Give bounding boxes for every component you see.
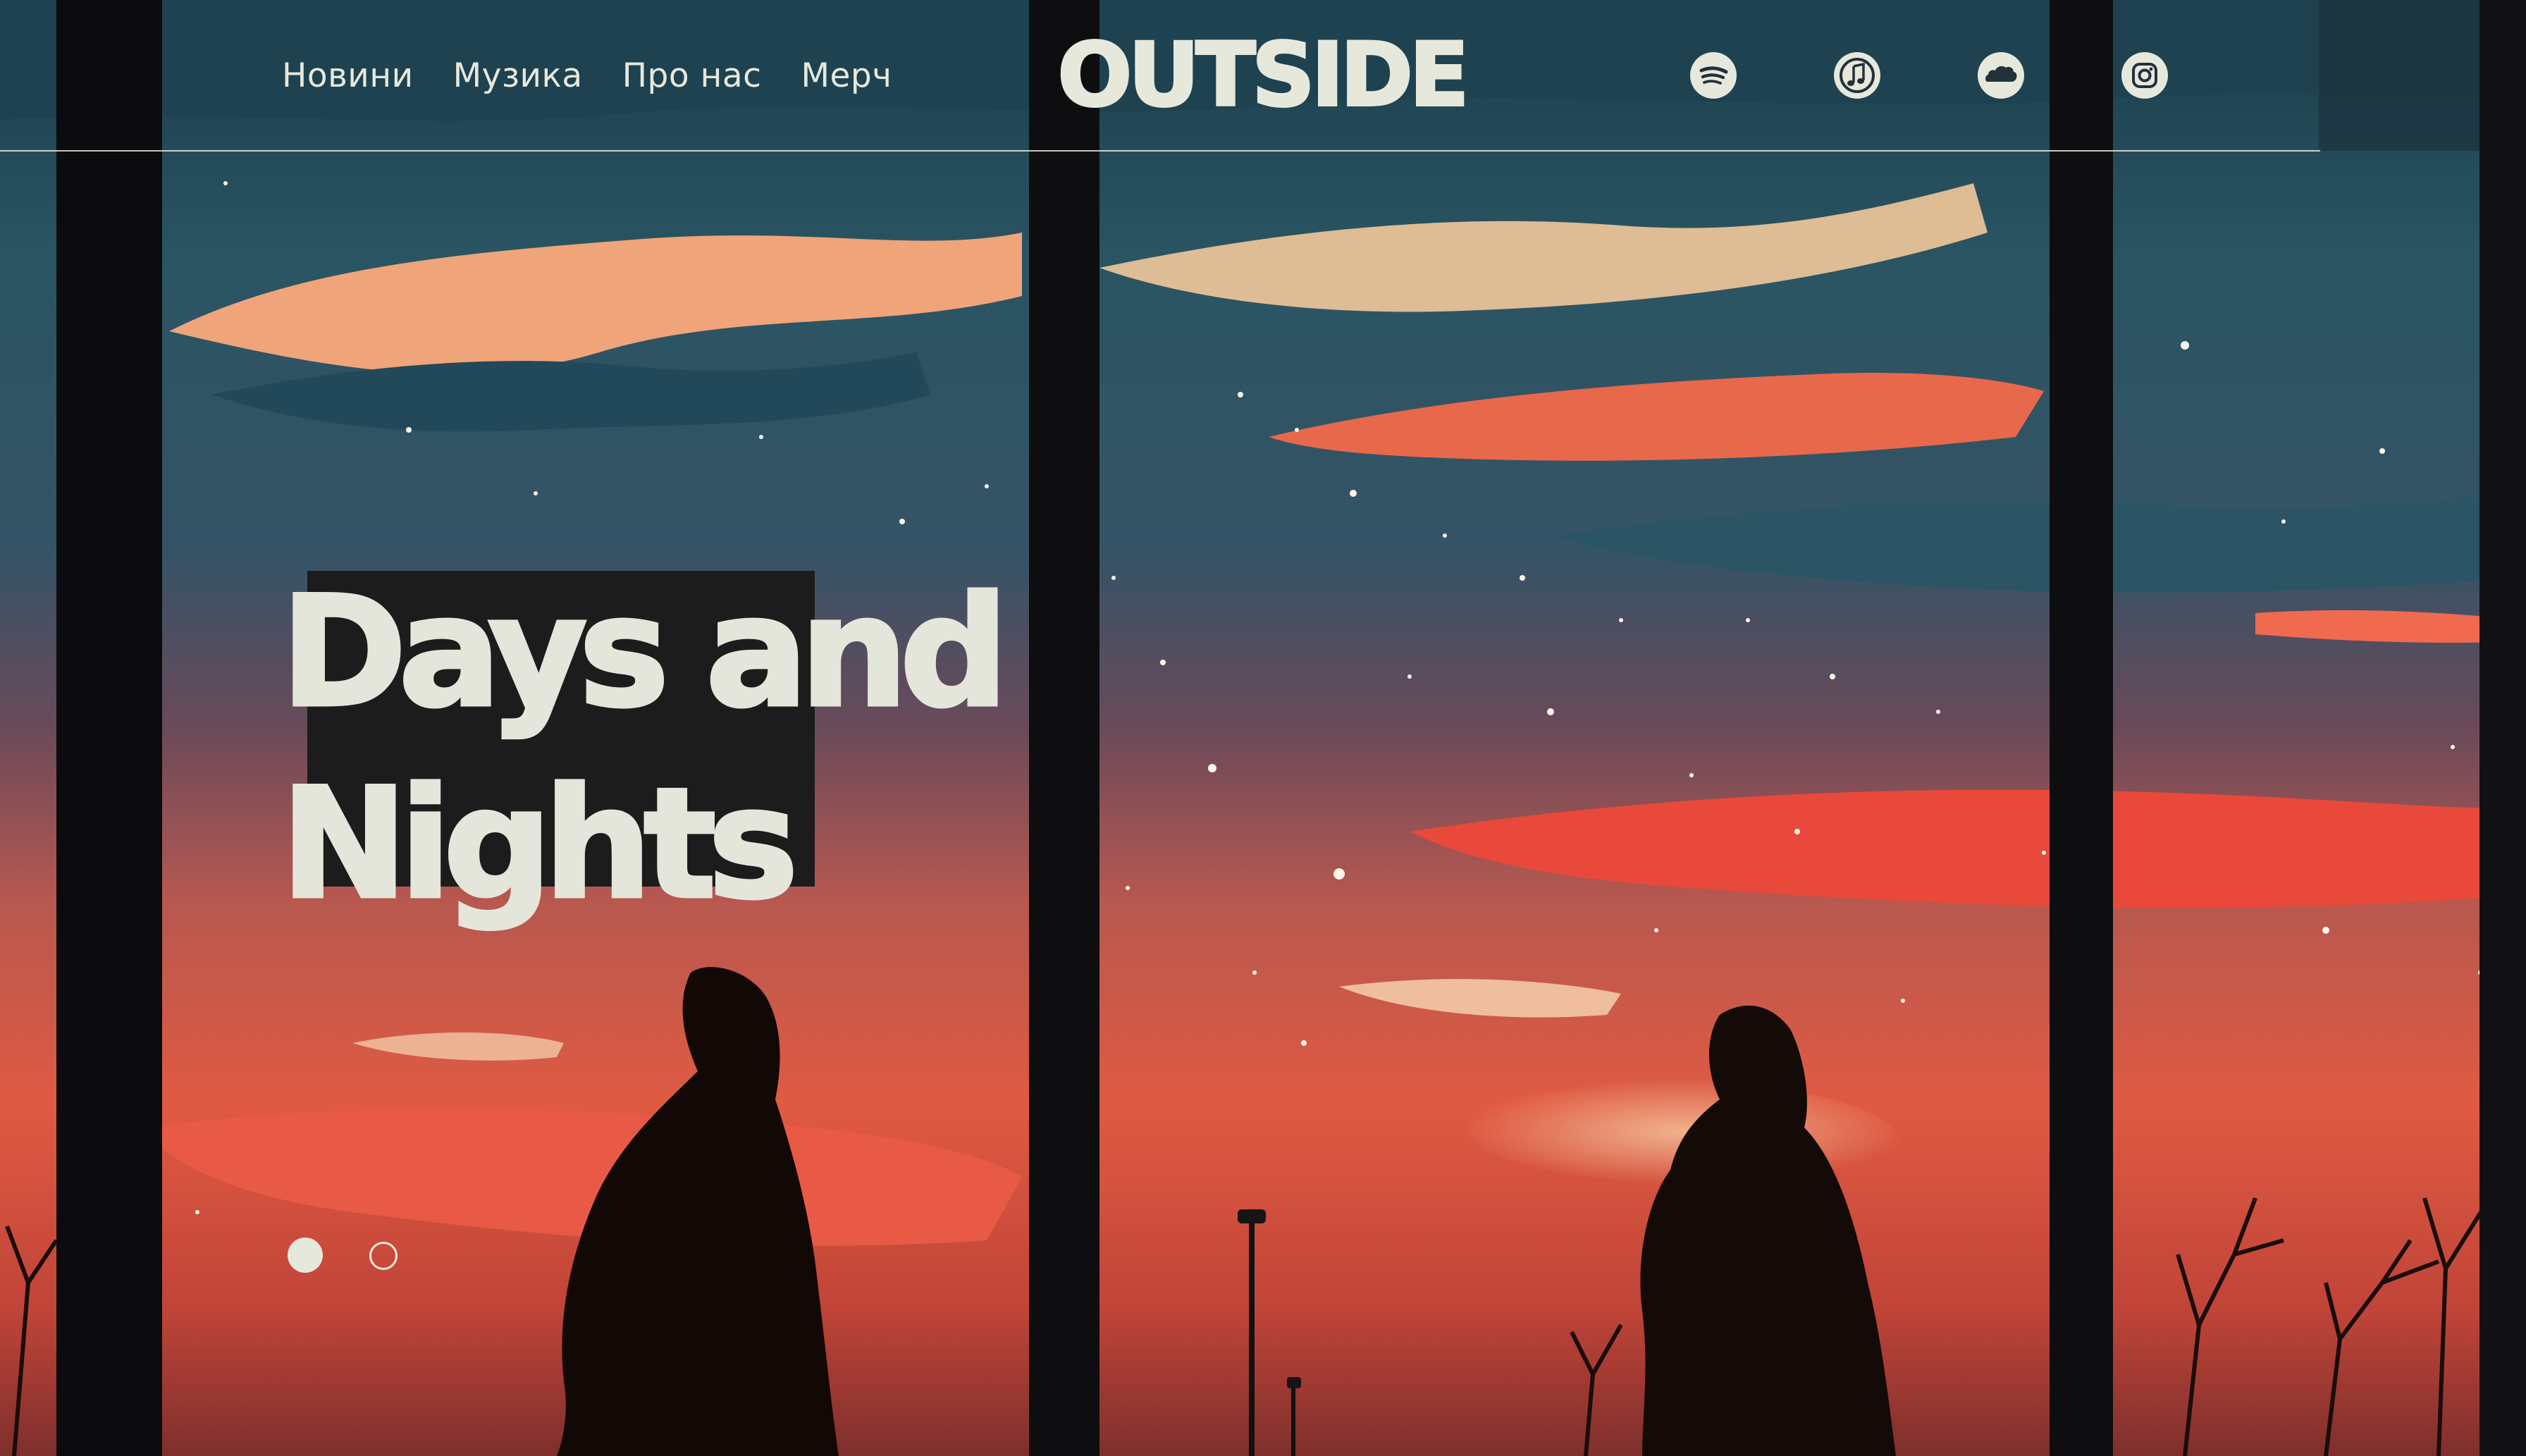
- spotify-link[interactable]: [1690, 52, 1737, 99]
- spotify-icon: [1699, 66, 1728, 85]
- slider-dot-1-active[interactable]: [288, 1238, 323, 1273]
- soundcloud-link[interactable]: [1978, 52, 2024, 99]
- header-divider: [0, 150, 2320, 152]
- apple-music-link[interactable]: [1834, 52, 1880, 99]
- nav-link-news[interactable]: Новини: [282, 56, 414, 95]
- instagram-link[interactable]: [2121, 52, 2168, 99]
- slider-dot-2[interactable]: [369, 1242, 398, 1270]
- apple-music-icon: [1840, 58, 1875, 93]
- site-logo[interactable]: OUTSIDE: [1028, 28, 1496, 123]
- page: Новини Музика Про нас Мерч OUTSIDE Days …: [0, 0, 2526, 1456]
- hero-title-line-2: Nights: [278, 754, 800, 934]
- nav-link-merch[interactable]: Мерч: [801, 56, 892, 95]
- site-header: Новини Музика Про нас Мерч OUTSIDE: [0, 0, 2526, 152]
- hero-title-line-1: Days and: [278, 562, 1010, 743]
- nav-link-music[interactable]: Музика: [453, 56, 583, 95]
- main-nav: Новини Музика Про нас Мерч: [282, 51, 932, 100]
- hero-title: Days and Nights: [278, 557, 1010, 940]
- nav-link-about[interactable]: Про нас: [622, 56, 762, 95]
- soundcloud-icon: [1985, 66, 2017, 82]
- instagram-icon: [2132, 63, 2157, 88]
